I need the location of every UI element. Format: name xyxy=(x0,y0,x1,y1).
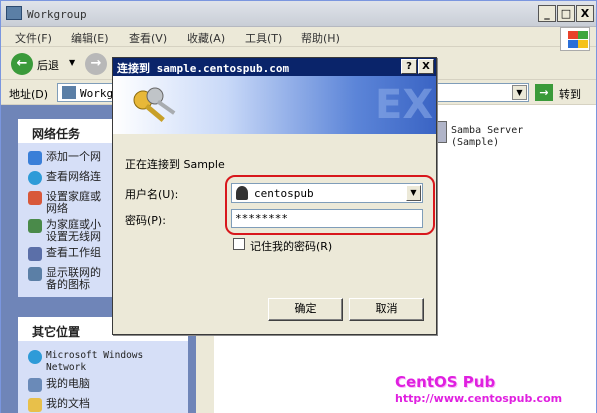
go-arrow-icon[interactable]: → xyxy=(535,84,553,101)
menu-bar: 文件(F) 编辑(E) 查看(V) 收藏(A) 工具(T) 帮助(H) xyxy=(1,27,596,47)
cancel-button[interactable]: 取消 xyxy=(349,298,424,321)
network-globe-icon xyxy=(28,350,42,364)
menu-view[interactable]: 查看(V) xyxy=(129,30,167,46)
go-label[interactable]: 转到 xyxy=(559,86,581,102)
maximize-button[interactable]: □ xyxy=(557,5,575,22)
dialog-title: 连接到 sample.centospub.com xyxy=(117,62,290,75)
back-label[interactable]: 后退 xyxy=(37,57,59,73)
my-computer-icon xyxy=(28,378,42,392)
explorer-window: Workgroup _ □ X 文件(F) 编辑(E) 查看(V) 收藏(A) … xyxy=(0,0,597,413)
dialog-banner: EX xyxy=(113,76,436,134)
menu-tools[interactable]: 工具(T) xyxy=(245,30,282,46)
minimize-button[interactable]: _ xyxy=(538,5,556,22)
dialog-titlebar: 连接到 sample.centospub.com ? X xyxy=(113,58,436,76)
my-documents-icon xyxy=(28,398,42,412)
remember-password-checkbox[interactable] xyxy=(233,238,245,250)
globe-icon xyxy=(28,171,42,185)
watermark: CentOS Pub http://www.centospub.com xyxy=(395,373,563,405)
window-titlebar: Workgroup _ □ X xyxy=(1,1,596,27)
wireless-icon xyxy=(28,219,42,233)
help-button[interactable]: ? xyxy=(401,59,417,74)
address-label: 地址(D) xyxy=(9,88,49,101)
samba-server-item[interactable]: Samba Server (Sample) xyxy=(451,125,523,149)
remember-password-label[interactable]: 记住我的密码(R) xyxy=(250,238,332,254)
computer-icon xyxy=(28,267,42,281)
highlight-box xyxy=(225,175,435,235)
menu-help[interactable]: 帮助(H) xyxy=(301,30,340,46)
back-arrow-icon[interactable]: ← xyxy=(11,53,33,75)
connect-dialog: 连接到 sample.centospub.com ? X EX 正在连接到 Sa… xyxy=(112,57,437,335)
folder-icon xyxy=(6,6,22,20)
dialog-close-button[interactable]: X xyxy=(418,59,434,74)
address-value: Workg xyxy=(80,87,114,100)
forward-arrow-icon[interactable]: → xyxy=(85,53,107,75)
connecting-text: 正在连接到 Sample xyxy=(125,158,225,171)
menu-edit[interactable]: 编辑(E) xyxy=(71,30,109,46)
menu-file[interactable]: 文件(F) xyxy=(15,30,52,46)
add-network-icon xyxy=(28,151,42,165)
workgroup-icon xyxy=(28,247,42,261)
home-network-icon xyxy=(28,191,42,205)
address-dropdown-icon[interactable]: ▼ xyxy=(512,85,527,100)
network-icon xyxy=(62,86,76,99)
svg-text:EX: EX xyxy=(375,82,433,128)
back-dropdown-icon[interactable]: ▼ xyxy=(69,58,75,67)
ok-button[interactable]: 确定 xyxy=(268,298,343,321)
password-label: 密码(P): xyxy=(125,214,166,227)
keys-icon: EX xyxy=(133,82,433,128)
close-button[interactable]: X xyxy=(576,5,594,22)
window-title: Workgroup xyxy=(27,8,87,21)
username-label: 用户名(U): xyxy=(125,188,179,201)
menu-favorites[interactable]: 收藏(A) xyxy=(187,30,225,46)
